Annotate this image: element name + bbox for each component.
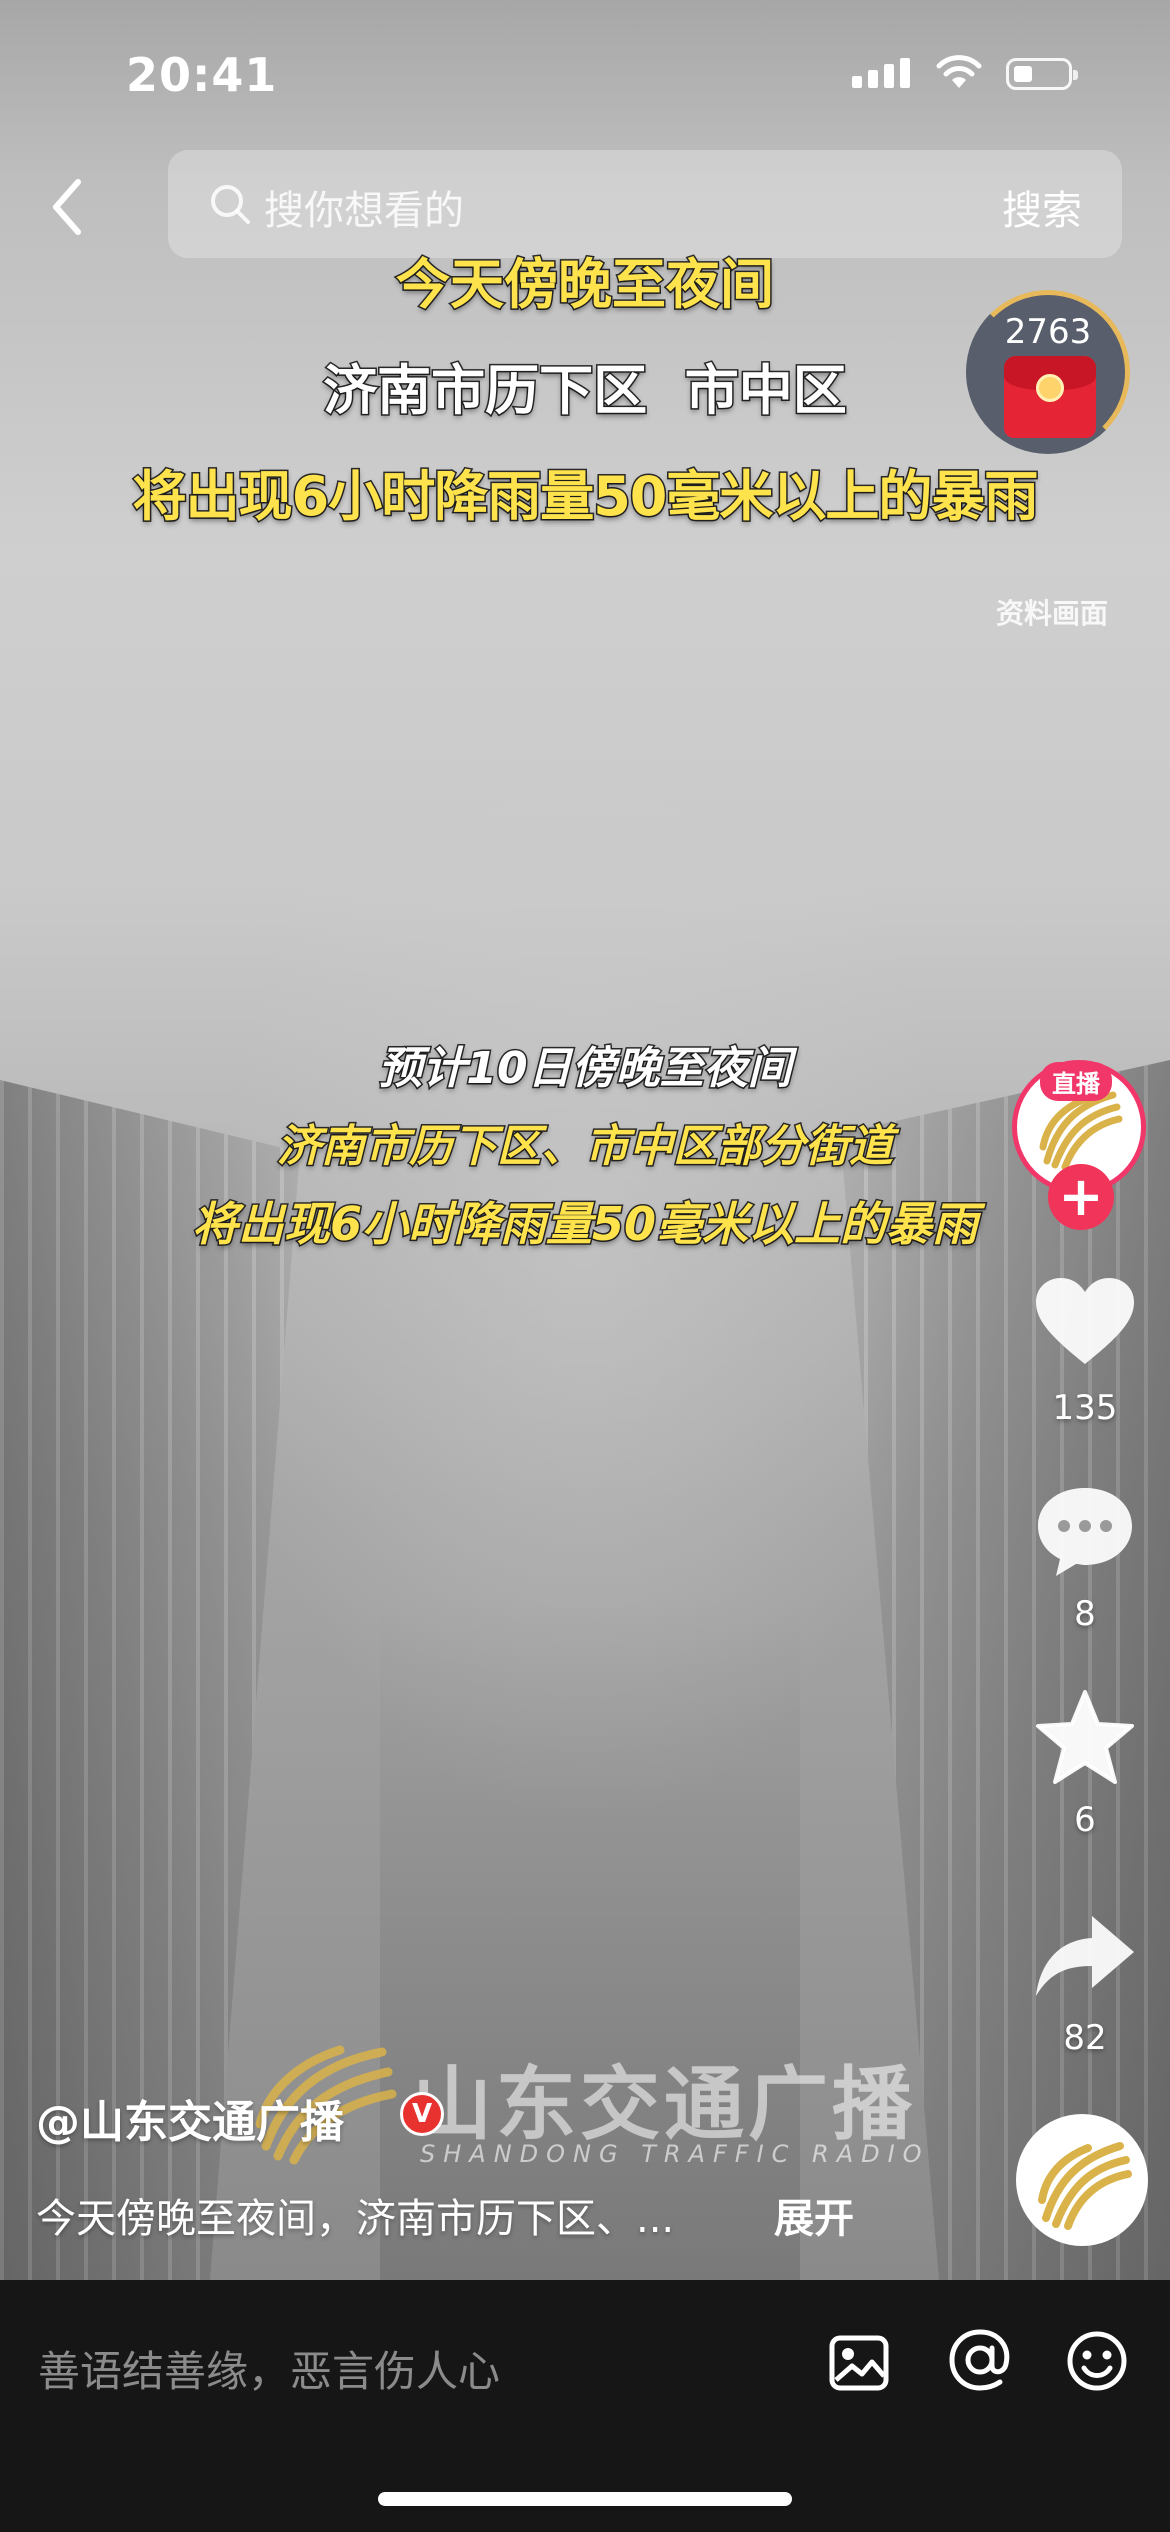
brand-watermark-text: 山东交通广播 [412,2057,916,2151]
live-badge: 直播 [1040,1062,1112,1101]
comment-count: 8 [1074,1594,1096,1634]
brand-watermark-subtitle: SHANDONG TRAFFIC RADIO [420,2140,930,2168]
emoji-icon[interactable] [1064,2328,1130,2394]
wifi-icon [936,55,982,88]
subtitle-line-1: 预计10日傍晚至夜间 [377,1042,793,1096]
follow-button[interactable]: + [1048,1164,1114,1230]
video-description: 今天傍晚至夜间，济南市历下区、... [36,2196,675,2242]
background-street [380,1600,800,2280]
home-indicator [378,2492,792,2506]
status-time: 20:41 [126,48,278,102]
favorite-count: 6 [1074,1800,1096,1840]
search-button[interactable]: 搜索 [1002,178,1082,236]
red-packet-count: 2763 [1004,312,1092,352]
subtitle-line-3: 将出现6小时降雨量50毫米以上的暴雨 [190,1196,979,1253]
share-icon[interactable] [1030,1906,1140,2006]
heart-icon[interactable] [1030,1272,1140,1372]
caption-line-3: 将出现6小时降雨量50毫米以上的暴雨 [131,464,1040,530]
search-icon [211,185,250,224]
back-icon[interactable] [42,172,92,242]
comment-icon[interactable] [1030,1480,1140,1580]
signal-icon [852,58,910,88]
comment-bar: 善语结善缘，恶言伤人心 [0,2280,1170,2532]
author-name[interactable]: @山东交通广播 [36,2086,344,2150]
battery-icon [1006,58,1078,90]
music-disc[interactable] [1016,2114,1148,2246]
archive-footage-watermark: 资料画面 [995,597,1108,630]
red-packet-widget[interactable]: 2763 [966,290,1130,454]
subtitle-line-2: 济南市历下区、市中区部分街道 [276,1120,895,1174]
search-placeholder: 搜你想看的 [264,188,464,234]
verified-badge: V [400,2092,444,2136]
like-count: 135 [1052,1388,1118,1428]
image-icon[interactable] [826,2330,892,2396]
share-count: 82 [1063,2018,1107,2058]
comment-input[interactable]: 善语结善缘，恶言伤人心 [38,2338,500,2399]
radio-logo-icon [1038,2142,1132,2230]
expand-button[interactable]: 展开 [774,2186,854,2244]
at-icon[interactable] [944,2324,1016,2396]
star-icon[interactable] [1030,1686,1140,1786]
